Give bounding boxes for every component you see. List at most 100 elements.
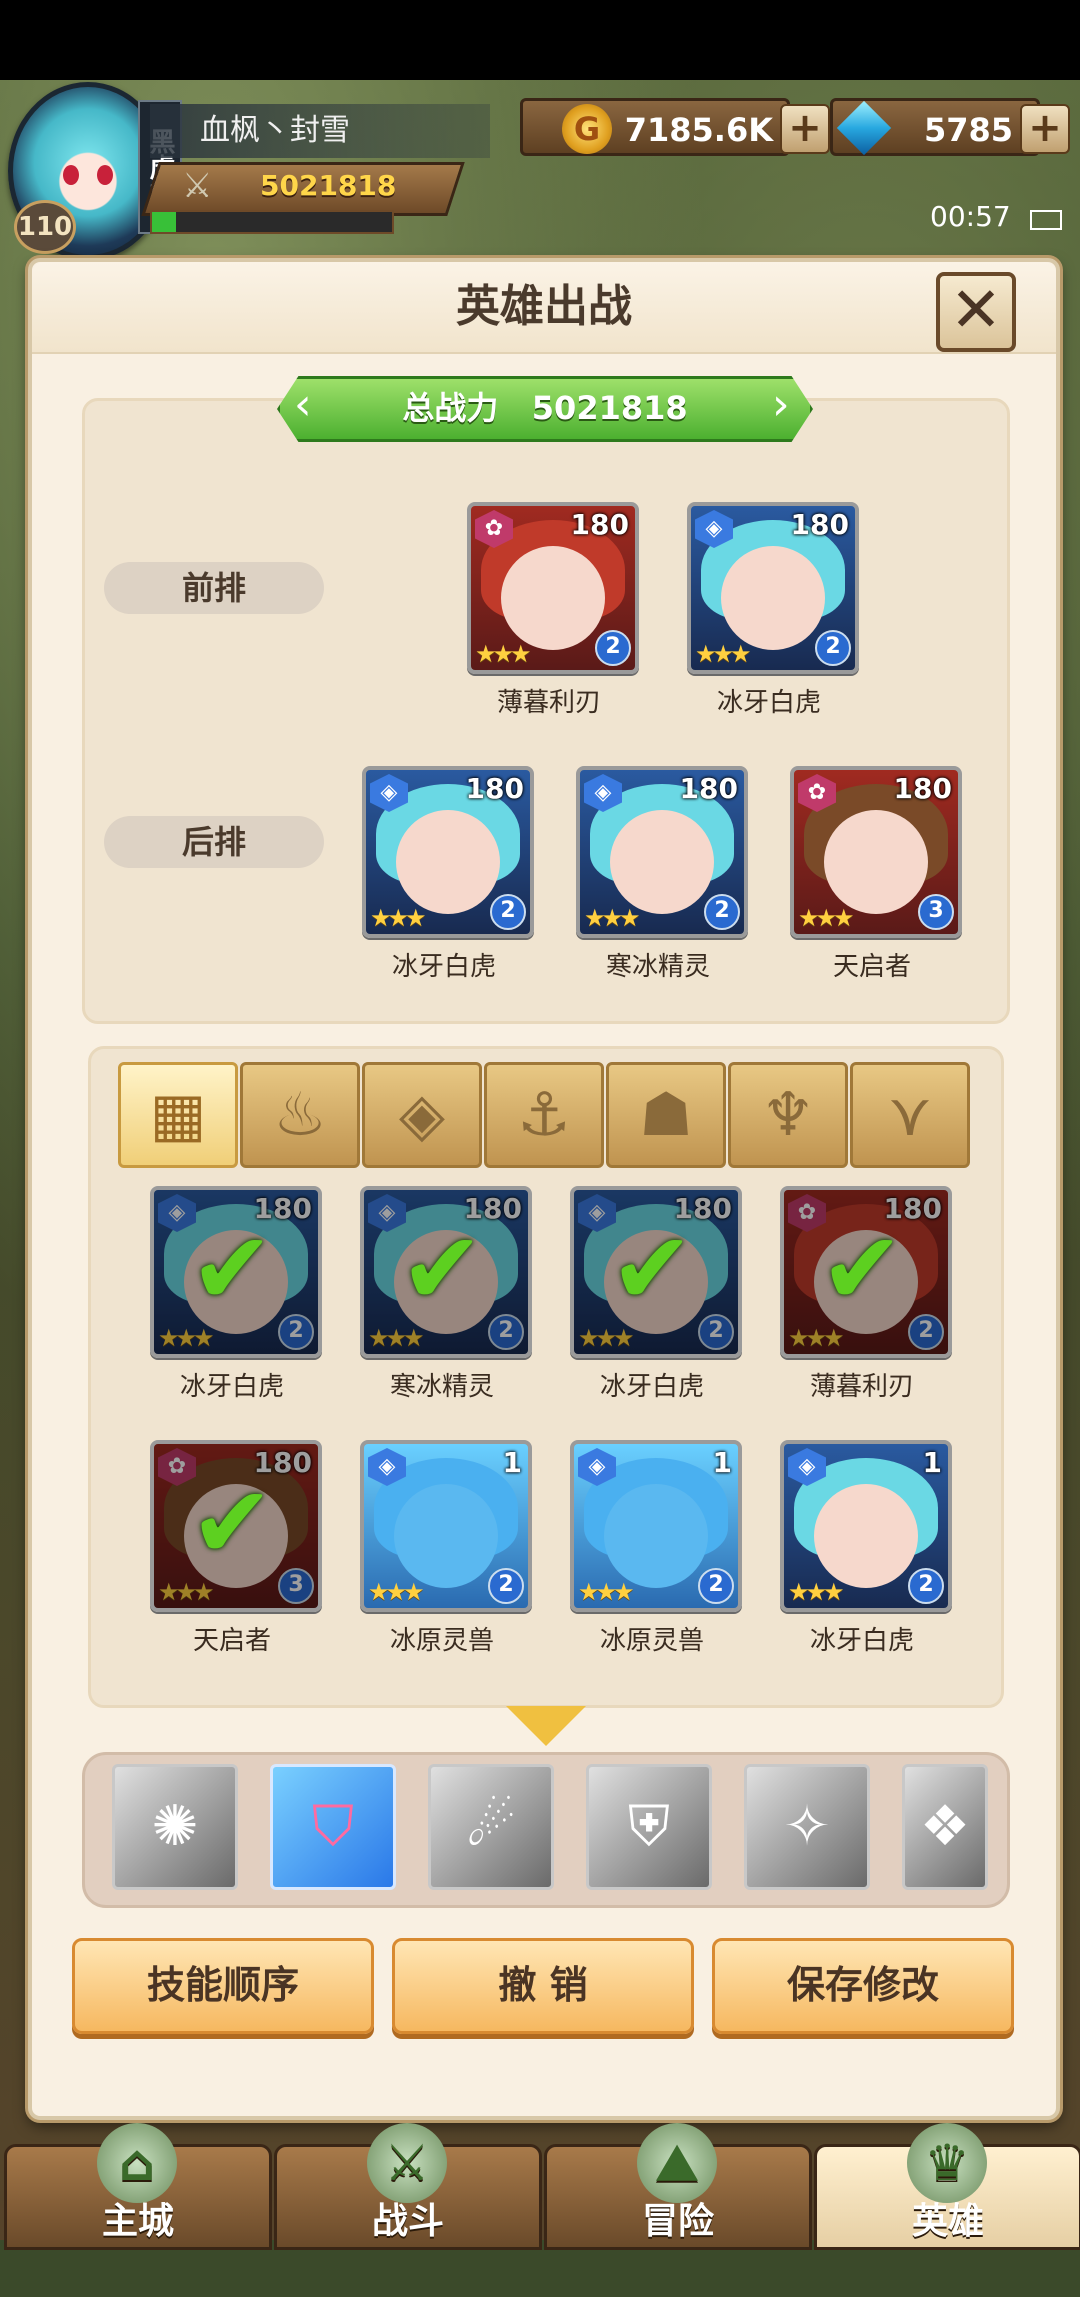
filter-tab[interactable]: ⋎: [850, 1062, 970, 1168]
hero-face: [824, 810, 928, 914]
hero-slot[interactable]: ◈ 180 ★★★ 2 ✔ 寒冰精灵: [360, 1186, 532, 1403]
anchor-icon: ⚓: [517, 1080, 571, 1150]
hero-portrait[interactable]: ◈ 180 ★★★ 2: [362, 766, 534, 938]
blade-skill-icon: ❖: [919, 1794, 971, 1859]
gem-amount: 5785: [923, 111, 1013, 149]
hero-name: 寒冰精灵: [389, 1372, 494, 1402]
hero-rank-badge: 2: [698, 1568, 734, 1604]
flame-faction-icon: ♨: [273, 1080, 327, 1150]
nav-tab-0[interactable]: ⌂ 主城: [4, 2123, 272, 2250]
hero-slot[interactable]: ◈ 180 ★★★ 2 ✔ 冰牙白虎: [570, 1186, 742, 1403]
hero-level: 180: [465, 772, 524, 805]
checkmark-icon: ✔: [610, 1210, 694, 1327]
gold-counter: 7185.6K: [520, 98, 790, 156]
hero-slot[interactable]: ✿ 180 ★★★ 2 薄暮利刃: [467, 502, 639, 719]
hero-slot[interactable]: ◈ 180 ★★★ 2 寒冰精灵: [576, 766, 748, 983]
skill-order-button[interactable]: 技能顺序: [72, 1938, 374, 2034]
skill-slot[interactable]: ✧: [744, 1764, 870, 1890]
skill-slot[interactable]: ✺: [112, 1764, 238, 1890]
hero-portrait[interactable]: ✿ 180 ★★★ 3 ✔: [150, 1440, 322, 1612]
filter-tab[interactable]: ⚓: [484, 1062, 604, 1168]
hero-slot[interactable]: ✿ 180 ★★★ 3 天启者: [790, 766, 962, 983]
hero-rank-badge: 3: [918, 894, 954, 930]
hero-face: [610, 810, 714, 914]
hero-slot[interactable]: ◈ 180 ★★★ 2 冰牙白虎: [687, 502, 859, 719]
hero-name: 冰牙白虎: [716, 688, 821, 718]
gold-coin-icon: G: [562, 104, 612, 154]
add-gems-button[interactable]: +: [1020, 104, 1070, 154]
star-rating-icon: ★★★: [695, 640, 752, 668]
hero-portrait[interactable]: ◈ 180 ★★★ 2 ✔: [360, 1186, 532, 1358]
nav-tab-label: 主城: [101, 2201, 174, 2242]
filter-tab[interactable]: ◈: [362, 1062, 482, 1168]
demon-icon: ♆: [761, 1080, 815, 1150]
nav-tab-label: 冒险: [641, 2201, 714, 2242]
system-status-bar: [0, 0, 1080, 80]
hero-deploy-panel: 英雄出战 ✕ 总战力 5021818 ‹ › 前排 后排 ✿ 180 ★★★ 2 薄暮利…: [28, 258, 1060, 2120]
hero-face: [501, 546, 605, 650]
checkmark-icon: ✔: [190, 1210, 274, 1327]
hero-face: [814, 1484, 918, 1588]
hero-name: 天启者: [192, 1626, 271, 1656]
hero-portrait[interactable]: ◈ 180 ★★★ 2 ✔: [150, 1186, 322, 1358]
hero-portrait[interactable]: ◈ 180 ★★★ 2: [687, 502, 859, 674]
add-gold-button[interactable]: +: [780, 104, 830, 154]
hero-slot[interactable]: ◈ 180 ★★★ 2 冰牙白虎: [362, 766, 534, 983]
nav-tab-label: 英雄: [911, 2201, 984, 2242]
crossed-swords-icon: ⚔: [182, 166, 213, 206]
hero-slot[interactable]: ◈ 180 ★★★ 2 ✔ 冰牙白虎: [150, 1186, 322, 1403]
skill-slot[interactable]: ❖: [902, 1764, 988, 1890]
hero-name: 冰牙白虎: [599, 1372, 704, 1402]
skill-slot[interactable]: ⛉: [270, 1764, 396, 1890]
skill-slot[interactable]: ⛨: [586, 1764, 712, 1890]
hero-rank-badge: 2: [488, 1568, 524, 1604]
skill-slot[interactable]: ☄: [428, 1764, 554, 1890]
orb-skill-icon: ☄: [465, 1794, 517, 1859]
filter-tab[interactable]: ♨: [240, 1062, 360, 1168]
avatar-eye: [63, 165, 79, 185]
hero-rank-badge: 2: [908, 1568, 944, 1604]
hero-name: 冰牙白虎: [179, 1372, 284, 1402]
hero-slot[interactable]: ✿ 180 ★★★ 2 ✔ 薄暮利刃: [780, 1186, 952, 1403]
whirlwind-skill-icon: ✺: [151, 1794, 199, 1859]
hero-name: 冰原灵兽: [599, 1626, 704, 1656]
shield-skill-icon: ⛉: [312, 1794, 354, 1859]
hero-slot[interactable]: ◈ 1 ★★★ 2 冰牙白虎: [780, 1440, 952, 1657]
checkmark-icon: ✔: [190, 1464, 274, 1581]
hero-portrait[interactable]: ◈ 1 ★★★ 2: [570, 1440, 742, 1612]
close-button[interactable]: ✕: [936, 272, 1016, 352]
filter-tab[interactable]: ♆: [728, 1062, 848, 1168]
expand-arrow-icon[interactable]: [506, 1706, 586, 1746]
hero-slot[interactable]: ◈ 1 ★★★ 2 冰原灵兽: [360, 1440, 532, 1657]
filter-tab[interactable]: ☗: [606, 1062, 726, 1168]
bottom-navigation: ⌂ 主城 ⚔ 战斗 ⛰ 冒险 ♛ 英雄: [0, 2114, 1080, 2250]
clock-time: 00:57: [930, 200, 1011, 233]
panel-title: 英雄出战: [456, 281, 632, 332]
nav-tab-3[interactable]: ♛ 英雄: [814, 2123, 1080, 2250]
hero-portrait[interactable]: ✿ 180 ★★★ 2 ✔: [780, 1186, 952, 1358]
nav-tab-1[interactable]: ⚔ 战斗: [274, 2123, 542, 2250]
hero-icon: ♛: [907, 2123, 987, 2203]
hero-portrait[interactable]: ◈ 180 ★★★ 2: [576, 766, 748, 938]
hero-name: 冰牙白虎: [391, 952, 496, 982]
star-rating-icon: ★★★: [584, 904, 641, 932]
undo-button[interactable]: 撤 销: [392, 1938, 694, 2034]
filter-tab[interactable]: ▦: [118, 1062, 238, 1168]
hero-rank-badge: 2: [815, 630, 851, 666]
swords-icon: ⚔: [367, 2123, 447, 2203]
hero-face: [394, 1484, 498, 1588]
hero-portrait[interactable]: ◈ 1 ★★★ 2: [780, 1440, 952, 1612]
hero-name: 寒冰精灵: [605, 952, 710, 982]
hero-portrait[interactable]: ✿ 180 ★★★ 3: [790, 766, 962, 938]
hero-slot[interactable]: ✿ 180 ★★★ 3 ✔ 天启者: [150, 1440, 322, 1657]
hero-portrait[interactable]: ◈ 180 ★★★ 2 ✔: [570, 1186, 742, 1358]
nav-tab-2[interactable]: ⛰ 冒险: [544, 2123, 812, 2250]
adventurer-icon: ⛰: [637, 2123, 717, 2203]
hero-level: 180: [570, 508, 629, 541]
save-changes-button[interactable]: 保存修改: [712, 1938, 1014, 2034]
hero-rank-badge: 2: [595, 630, 631, 666]
vortex-skill-icon: ✧: [783, 1794, 831, 1859]
hero-portrait[interactable]: ◈ 1 ★★★ 2: [360, 1440, 532, 1612]
hero-slot[interactable]: ◈ 1 ★★★ 2 冰原灵兽: [570, 1440, 742, 1657]
hero-portrait[interactable]: ✿ 180 ★★★ 2: [467, 502, 639, 674]
